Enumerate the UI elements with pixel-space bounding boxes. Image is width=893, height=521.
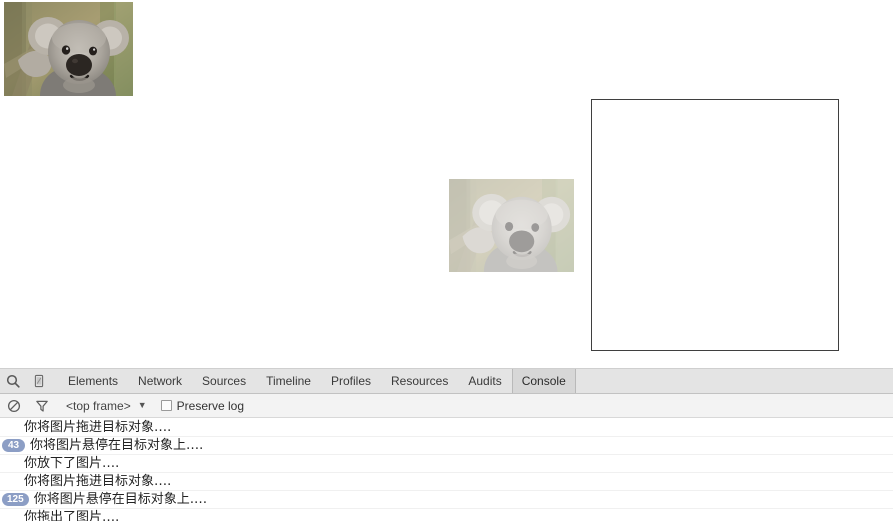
console-row[interactable]: 43 你将图片悬停在目标对象上․․․․ — [0, 437, 893, 455]
tab-elements-label: Elements — [68, 374, 119, 388]
repeat-count-badge: 125 — [2, 493, 29, 506]
device-toggle-icon[interactable] — [26, 369, 52, 393]
drop-target-box[interactable] — [591, 99, 839, 351]
clear-console-icon[interactable] — [0, 399, 28, 413]
checkbox-icon[interactable] — [160, 400, 172, 411]
tab-sources-label: Sources — [202, 374, 247, 388]
tab-network-label: Network — [138, 374, 183, 388]
tab-timeline[interactable]: Timeline — [256, 369, 321, 393]
preserve-log-label: Preserve log — [176, 398, 245, 413]
tab-profiles[interactable]: Profiles — [321, 369, 381, 393]
tab-audits-label: Audits — [468, 374, 502, 388]
console-toolbar: <top frame> ▼ Preserve log — [0, 394, 893, 418]
preserve-log-checkbox[interactable]: Preserve log — [160, 398, 245, 413]
devtools-tab-list: Elements Network Sources Timeline Profil… — [58, 369, 576, 393]
tab-timeline-label: Timeline — [266, 374, 311, 388]
devtools-tabbar: Elements Network Sources Timeline Profil… — [0, 369, 893, 394]
console-row[interactable]: 你放下了图片․․․․ — [0, 455, 893, 473]
tab-console[interactable]: Console — [511, 369, 576, 393]
tab-elements[interactable]: Elements — [58, 369, 128, 393]
console-message-list[interactable]: 你将图片拖进目标对象․․․․ 43 你将图片悬停在目标对象上․․․․ 你放下了图… — [0, 418, 893, 521]
filter-funnel-icon[interactable] — [28, 399, 56, 413]
chevron-down-icon: ▼ — [137, 400, 147, 410]
tab-profiles-label: Profiles — [330, 374, 371, 388]
tab-network[interactable]: Network — [128, 369, 192, 393]
repeat-count-badge: 43 — [2, 439, 25, 452]
console-message-text: 你将图片拖进目标对象․․․․ — [24, 474, 172, 489]
koala-source-image[interactable] — [4, 2, 133, 96]
browser-page-viewport — [0, 0, 893, 368]
frame-selector-label: <top frame> — [66, 398, 131, 413]
tab-console-label: Console — [521, 374, 566, 388]
frame-selector-dropdown[interactable]: <top frame> ▼ — [66, 399, 147, 413]
console-message-text: 你放下了图片․․․․ — [24, 456, 120, 471]
tab-resources[interactable]: Resources — [381, 369, 458, 393]
console-row[interactable]: 你将图片拖进目标对象․․․․ — [0, 419, 893, 437]
console-row[interactable]: 125 你将图片悬停在目标对象上․․․․ — [0, 491, 893, 509]
console-message-text: 你将图片拖进目标对象․․․․ — [24, 420, 172, 435]
search-icon[interactable] — [0, 369, 26, 393]
console-message-text: 你将图片悬停在目标对象上․․․․ — [33, 492, 208, 507]
console-message-text: 你拖出了图片․․․․ — [24, 510, 120, 521]
tab-audits[interactable]: Audits — [458, 369, 511, 393]
koala-drag-ghost-image — [449, 179, 574, 272]
console-row[interactable]: 你将图片拖进目标对象․․․․ — [0, 473, 893, 491]
tab-sources[interactable]: Sources — [192, 369, 256, 393]
console-row[interactable]: 你拖出了图片․․․․ — [0, 509, 893, 521]
console-message-text: 你将图片悬停在目标对象上․․․․ — [30, 438, 204, 453]
devtools-panel: Elements Network Sources Timeline Profil… — [0, 368, 893, 521]
tab-resources-label: Resources — [391, 374, 449, 388]
